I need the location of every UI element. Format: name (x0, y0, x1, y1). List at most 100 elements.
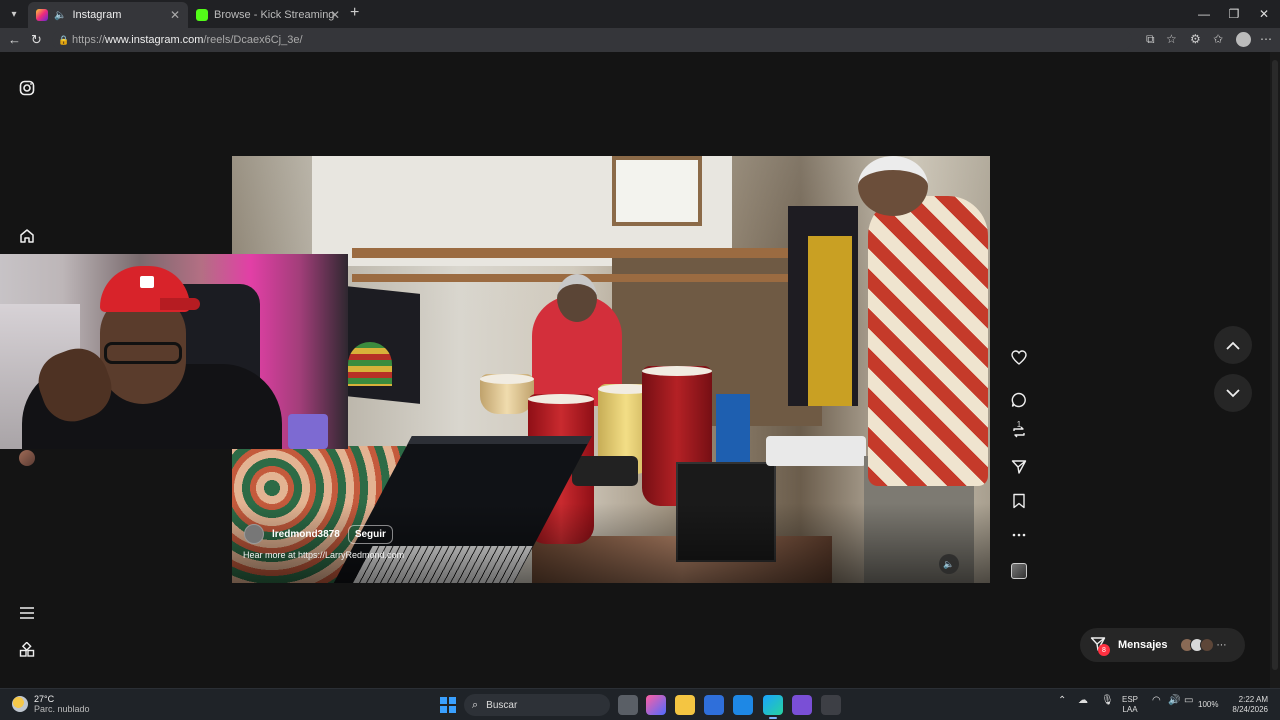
favorites-icon[interactable]: ✩ (1213, 32, 1223, 46)
next-reel-button[interactable] (1214, 374, 1252, 412)
url-path: /reels/Dcaex6Cj_3e/ (203, 34, 303, 46)
like-icon[interactable] (1010, 348, 1028, 366)
tab-title: Browse - Kick Streaming (214, 9, 335, 21)
profile-avatar-small[interactable] (19, 450, 35, 466)
speaker-icon[interactable]: 🔈 (54, 10, 66, 21)
instagram-logo-icon[interactable] (18, 79, 36, 97)
profile-avatar[interactable] (1236, 32, 1251, 47)
address-toolbar: ← ↻ 🔒 https://www.instagram.com/reels/Dc… (0, 28, 1280, 52)
repost-icon[interactable] (1010, 423, 1028, 441)
instagram-favicon-icon (36, 9, 48, 21)
back-button[interactable]: ← (8, 32, 21, 47)
search-placeholder: Buscar (486, 699, 518, 711)
app-icon[interactable] (792, 695, 812, 715)
webcam-cap-logo (140, 276, 154, 288)
scrollbar[interactable] (1270, 52, 1280, 688)
windows-start-icon[interactable] (440, 697, 456, 713)
tab-instagram[interactable]: 🔈 Instagram ✕ (28, 2, 188, 28)
follow-button[interactable]: Seguir (347, 524, 393, 544)
mute-icon[interactable]: 🔈 (939, 554, 959, 574)
mail-icon[interactable] (733, 695, 753, 715)
onedrive-icon[interactable]: ☁ (1078, 695, 1088, 706)
video-sax-player-head (858, 156, 928, 216)
author-avatar[interactable] (244, 524, 264, 544)
windows-taskbar: 27°C Parc. nublado ⌕ Buscar ⌃ ☁ 🎙 ESP LA… (0, 688, 1280, 720)
comment-icon[interactable] (1010, 391, 1028, 409)
weather-description: Parc. nublado (34, 704, 90, 714)
video-yellow-jacket (808, 236, 852, 406)
url-host: www.instagram.com (105, 34, 204, 46)
weather-widget[interactable]: 27°C Parc. nublado (12, 694, 90, 714)
weather-temperature: 27°C (34, 694, 55, 704)
show-hidden-icons[interactable]: ⌃ (1058, 695, 1066, 706)
more-avatars-icon: ⋯ (1216, 639, 1227, 651)
battery-icon[interactable]: ▭ (1184, 695, 1193, 706)
new-tab-button[interactable]: + (350, 4, 359, 22)
home-icon[interactable] (18, 227, 36, 245)
more-options-icon[interactable] (1010, 526, 1028, 544)
reload-button[interactable]: ↻ (31, 32, 42, 48)
store-icon[interactable] (704, 695, 724, 715)
message-avatars (1179, 638, 1214, 652)
messages-label: Mensajes (1118, 639, 1168, 651)
taskbar-search[interactable]: ⌕ Buscar (464, 694, 610, 716)
url-scheme: https:// (72, 34, 106, 46)
share-icon[interactable] (1010, 458, 1028, 476)
input-language[interactable]: ESP LAA (1122, 695, 1138, 715)
file-explorer-icon[interactable] (675, 695, 695, 715)
window-close-button[interactable]: ✕ (1248, 0, 1280, 28)
webcam-cap-bill (160, 298, 200, 310)
favorite-star-icon[interactable]: ☆ (1166, 32, 1177, 46)
audio-thumbnail[interactable] (1011, 563, 1027, 579)
webcam-cup (288, 414, 328, 449)
extensions-icon[interactable]: ⚙ (1190, 32, 1201, 46)
messages-badge: 8 (1098, 644, 1110, 656)
post-caption[interactable]: Hear more at https://LarryRedmond.com (243, 550, 404, 560)
webcam-overlay (0, 254, 348, 449)
video-drum (480, 374, 534, 414)
video-radio (572, 456, 638, 486)
site-info-icon[interactable]: 🔒 (58, 35, 69, 46)
more-apps-icon[interactable] (18, 641, 36, 659)
messages-button[interactable]: 8 Mensajes ⋯ (1080, 628, 1245, 662)
clock-time: 2:22 AM (1238, 695, 1268, 704)
restore-button[interactable]: ❐ (1218, 0, 1250, 28)
messenger-icon: 8 (1090, 636, 1110, 656)
partly-cloudy-icon (12, 696, 28, 712)
tab-close-icon[interactable]: ✕ (330, 8, 340, 22)
menu-icon[interactable] (18, 604, 36, 622)
video-stool (766, 436, 866, 466)
address-bar[interactable]: 🔒 https://www.instagram.com/reels/Dcaex6… (52, 30, 1132, 50)
tab-kick[interactable]: Browse - Kick Streaming ✕ (188, 2, 348, 28)
scrollbar-thumb[interactable] (1272, 60, 1278, 670)
tab-title: Instagram (72, 9, 122, 21)
save-icon[interactable] (1010, 492, 1028, 510)
webcam-glasses (104, 342, 182, 364)
battery-percent: 100% (1198, 700, 1219, 709)
tab-close-icon[interactable]: ✕ (170, 8, 180, 22)
browser-titlebar: ▾ 🔈 Instagram ✕ Browse - Kick Streaming … (0, 0, 1280, 28)
volume-icon[interactable]: 🔊 (1168, 695, 1180, 706)
clock-date: 8/24/2026 (1232, 705, 1268, 714)
previous-reel-button[interactable] (1214, 326, 1252, 364)
video-shelf (352, 248, 822, 258)
language-code: ESP (1122, 695, 1139, 704)
minimize-button[interactable]: — (1188, 0, 1220, 28)
video-blue-case (716, 394, 750, 464)
microphone-icon[interactable]: 🎙 (1101, 695, 1114, 706)
task-view-icon[interactable] (618, 695, 638, 715)
search-icon: ⌕ (472, 698, 479, 711)
avatar (1199, 638, 1214, 652)
video-window (612, 156, 702, 226)
chrome-icon[interactable] (821, 695, 841, 715)
wifi-icon[interactable]: ◠ (1152, 695, 1161, 706)
post-author: lredmond3878 Seguir (244, 524, 393, 544)
more-menu-icon[interactable]: ⋯ (1260, 32, 1272, 46)
tab-actions-menu[interactable]: ▾ (4, 4, 24, 24)
copilot-icon[interactable] (646, 695, 666, 715)
author-username[interactable]: lredmond3878 (272, 529, 340, 540)
app-install-icon[interactable]: ⧉ (1146, 32, 1155, 47)
edge-browser-icon[interactable] (763, 695, 783, 719)
kick-favicon-icon (196, 9, 208, 21)
system-clock[interactable]: 2:22 AM 8/24/2026 (1222, 695, 1268, 715)
